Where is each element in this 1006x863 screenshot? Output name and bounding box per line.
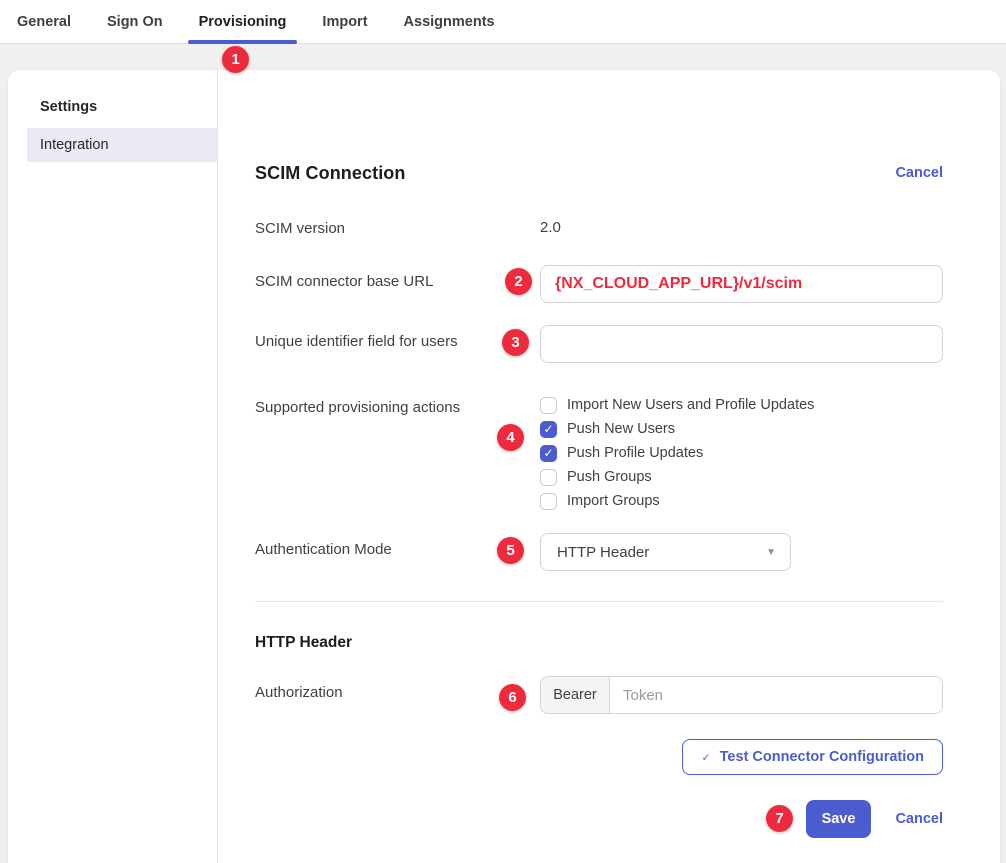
settings-sidebar: Settings Integration [8, 70, 218, 863]
active-tab-underline [188, 40, 298, 44]
page-title: SCIM Connection [255, 163, 406, 184]
checkbox-push-new-users[interactable]: ✓ Push New Users [540, 417, 943, 441]
provisioning-actions-label: Supported provisioning actions [255, 391, 540, 513]
checkbox-push-groups[interactable]: ✓ Push Groups [540, 465, 943, 489]
scim-connection-form: SCIM Connection Cancel SCIM version 2.0 … [218, 70, 1000, 863]
test-connector-row: ✓ Test Connector Configuration [255, 739, 943, 775]
tab-general-label: General [17, 14, 71, 30]
step-badge-6: 6 [499, 684, 526, 711]
tab-sign-on-label: Sign On [107, 14, 163, 30]
tab-import-label: Import [322, 14, 367, 30]
test-connector-button[interactable]: ✓ Test Connector Configuration [682, 739, 943, 775]
step-badge-7: 7 [766, 805, 793, 832]
tab-provisioning[interactable]: Provisioning [199, 0, 287, 43]
cancel-link-top[interactable]: Cancel [895, 165, 943, 181]
checkbox-import-new-users[interactable]: ✓ Import New Users and Profile Updates [540, 393, 943, 417]
authorization-input-group: Bearer [540, 676, 943, 714]
test-connector-label: Test Connector Configuration [720, 749, 924, 765]
checkbox-import-groups[interactable]: ✓ Import Groups [540, 489, 943, 513]
tab-provisioning-label: Provisioning [199, 14, 287, 30]
tab-assignments[interactable]: Assignments [404, 0, 495, 43]
scim-version-value: 2.0 [540, 219, 561, 236]
scim-version-label: SCIM version [255, 219, 540, 239]
checkbox-box[interactable]: ✓ [540, 493, 557, 510]
checkbox-box[interactable]: ✓ [540, 421, 557, 438]
chevron-down-icon: ▼ [766, 547, 776, 558]
tab-general[interactable]: General [17, 0, 71, 43]
tab-assignments-label: Assignments [404, 14, 495, 30]
cancel-link-bottom[interactable]: Cancel [895, 811, 943, 827]
sidebar-header: Settings [8, 99, 217, 115]
checkbox-box[interactable]: ✓ [540, 397, 557, 414]
step-badge-3: 3 [502, 329, 529, 356]
unique-id-row: Unique identifier field for users 3 [255, 325, 943, 363]
save-button[interactable]: Save [806, 800, 872, 838]
checkbox-label: Push New Users [567, 421, 675, 437]
auth-mode-select[interactable]: HTTP Header ▼ [540, 533, 791, 571]
token-input[interactable] [610, 677, 942, 713]
base-url-row: SCIM connector base URL 2 [255, 265, 943, 303]
checkbox-label: Import New Users and Profile Updates [567, 397, 814, 413]
auth-mode-selected-value: HTTP Header [557, 544, 649, 561]
check-icon: ✓ [543, 423, 553, 435]
app-tabbar: General Sign On Provisioning Import Assi… [0, 0, 1006, 44]
sidebar-item-label: Integration [40, 137, 109, 153]
checkbox-label: Push Profile Updates [567, 445, 703, 461]
base-url-label: SCIM connector base URL [255, 265, 540, 303]
form-heading-row: SCIM Connection Cancel [255, 162, 943, 184]
tab-sign-on[interactable]: Sign On [107, 0, 163, 43]
tab-import[interactable]: Import [322, 0, 367, 43]
checkbox-box[interactable]: ✓ [540, 469, 557, 486]
checkbox-label: Import Groups [567, 493, 660, 509]
checkbox-label: Push Groups [567, 469, 652, 485]
step-badge-2: 2 [505, 268, 532, 295]
provisioning-card: Settings Integration SCIM Connection Can… [8, 70, 1000, 863]
bearer-prefix: Bearer [541, 677, 610, 713]
sidebar-item-integration[interactable]: Integration [27, 128, 217, 162]
authorization-row: Authorization 6 Bearer [255, 676, 943, 714]
checkbox-box[interactable]: ✓ [540, 445, 557, 462]
section-divider [255, 601, 943, 602]
provisioning-actions-row: Supported provisioning actions 4 ✓ Impor… [255, 391, 943, 513]
check-icon: ✓ [543, 447, 553, 459]
step-badge-4: 4 [497, 424, 524, 451]
unique-id-input[interactable] [540, 325, 943, 363]
scim-version-row: SCIM version 2.0 [255, 219, 943, 239]
checkbox-push-profile-updates[interactable]: ✓ Push Profile Updates [540, 441, 943, 465]
form-footer: 7 Save Cancel [255, 800, 943, 838]
base-url-input[interactable] [540, 265, 943, 303]
step-badge-5: 5 [497, 537, 524, 564]
auth-mode-row: Authentication Mode 5 HTTP Header ▼ [255, 533, 943, 571]
unique-id-label: Unique identifier field for users [255, 325, 540, 363]
http-header-section-title: HTTP Header [255, 634, 943, 654]
step-badge-1: 1 [222, 46, 249, 73]
check-icon: ✓ [701, 751, 710, 764]
authorization-label: Authorization [255, 676, 540, 714]
